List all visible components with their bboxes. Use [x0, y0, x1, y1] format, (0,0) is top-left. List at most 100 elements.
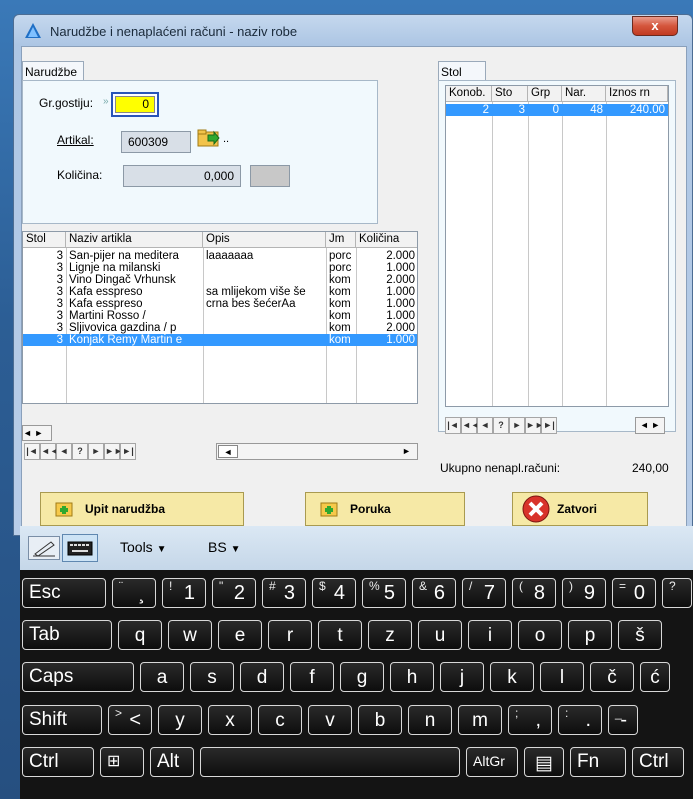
keyboard-key[interactable]: c [258, 705, 302, 735]
keyboard-key[interactable]: ▤ [524, 747, 564, 777]
keyboard-key[interactable]: Shift [22, 705, 102, 735]
table-row[interactable]: 3 Lignje na milanski porc 1.000 [23, 262, 417, 274]
keyboard-key[interactable]: i [468, 620, 512, 650]
keyboard-key[interactable]: r [268, 620, 312, 650]
table-row[interactable]: 3 Vino Dingač Vrhunsk kom 2.000 [23, 274, 417, 286]
keyboard-key[interactable]: m [458, 705, 502, 735]
keyboard-icon[interactable] [62, 534, 98, 562]
nav-button[interactable]: ? [493, 417, 509, 434]
keyboard-key[interactable]: w [168, 620, 212, 650]
column-header[interactable]: Nar. [562, 86, 606, 102]
nav-button[interactable]: ►| [541, 417, 557, 434]
nav-button[interactable]: ► [509, 417, 525, 434]
keyboard-key[interactable]: (8 [512, 578, 556, 608]
keyboard-key[interactable]: Fn [570, 747, 626, 777]
tools-menu[interactable]: Tools ▼ [120, 539, 166, 555]
keyboard-key[interactable]: g [340, 662, 384, 692]
column-header[interactable]: Opis [203, 232, 326, 248]
order-items-grid[interactable]: Stol Naziv artikla Opis Jm Količina 3 Šan-pije… [22, 231, 418, 404]
article-input[interactable]: 600309 [121, 131, 191, 153]
nav-button[interactable]: ? [72, 443, 88, 460]
close-button[interactable]: Zatvori [512, 492, 648, 526]
keyboard-key[interactable]: Ctrl [22, 747, 94, 777]
items-hscroll-thumb[interactable]: ◄ [218, 445, 238, 458]
keyboard-key[interactable]: ¨ ¸ [112, 578, 156, 608]
nav-button[interactable]: ►► [525, 417, 544, 434]
column-header[interactable]: Konob. [446, 86, 492, 102]
column-header[interactable]: Sto [492, 86, 528, 102]
tables-scroll-arrows[interactable]: ◄ ► [635, 417, 665, 434]
keyboard-key[interactable]: ? [662, 578, 692, 608]
nav-button[interactable]: |◄ [24, 443, 40, 460]
keyboard-key[interactable]: > < [108, 705, 152, 735]
keyboard-key[interactable]: j [440, 662, 484, 692]
tab-stol[interactable]: Stol [438, 61, 486, 81]
keyboard-key[interactable]: Esc [22, 578, 106, 608]
keyboard-key[interactable]: $4 [312, 578, 356, 608]
keyboard-key[interactable]: x [208, 705, 252, 735]
keyboard-key[interactable]: a [140, 662, 184, 692]
items-hscroll-right-arrow[interactable]: ► [402, 445, 416, 458]
keyboard-key[interactable]: Ctrl [632, 747, 684, 777]
keyboard-key[interactable]: Alt [150, 747, 194, 777]
handwriting-icon[interactable] [28, 536, 60, 560]
keyboard-key[interactable]: f [290, 662, 334, 692]
nav-button[interactable]: ◄ [56, 443, 72, 460]
nav-button[interactable]: ► [88, 443, 104, 460]
items-hscroll-left[interactable]: ◄ ► [22, 425, 52, 441]
quantity-input[interactable]: 0,000 [123, 165, 241, 187]
table-row[interactable]: 2 3 0 48 240.00 [446, 104, 668, 116]
keyboard-key[interactable]: Caps [22, 662, 134, 692]
keyboard-key[interactable]: Tab [22, 620, 112, 650]
column-header[interactable]: Količina [356, 232, 417, 248]
tables-grid[interactable]: Konob. Sto Grp Nar. Iznos rn 2 3 0 48 240.00 [445, 85, 669, 407]
column-header[interactable]: Iznos rn [606, 86, 668, 102]
nav-button[interactable]: ►► [104, 443, 123, 460]
tab-narudzbe[interactable]: Narudžbe [22, 61, 84, 81]
keyboard-key[interactable]: " 2 [212, 578, 256, 608]
keyboard-key[interactable] [200, 747, 460, 777]
guests-input[interactable]: 0 [111, 92, 159, 117]
keyboard-key[interactable]: /7 [462, 578, 506, 608]
keyboard-key[interactable]: #3 [262, 578, 306, 608]
column-header[interactable]: Jm [326, 232, 356, 248]
table-row[interactable]: 3 Kafa esspreso sa mlijekom više še kom 1.00… [23, 286, 417, 298]
nav-button[interactable]: |◄ [445, 417, 461, 434]
keyboard-key[interactable]: ć [640, 662, 670, 692]
order-query-button[interactable]: Upit narudžba [40, 492, 244, 526]
keyboard-key[interactable]: š [618, 620, 662, 650]
keyboard-key[interactable]: t [318, 620, 362, 650]
window-close-button[interactable]: x [632, 16, 678, 36]
layout-menu[interactable]: BS ▼ [208, 539, 240, 555]
keyboard-key[interactable]: z [368, 620, 412, 650]
keyboard-key[interactable]: :. [558, 705, 602, 735]
nav-button[interactable]: ◄ [477, 417, 493, 434]
keyboard-key[interactable]: ) 9 [562, 578, 606, 608]
nav-button[interactable]: ◄◄ [461, 417, 480, 434]
table-row[interactable]: 3 Martini Rosso / kom 1.000 [23, 310, 417, 322]
table-row[interactable]: 3 Kafa esspreso crna bes šećerAa kom 1.000 [23, 298, 417, 310]
items-hscroll-bar[interactable] [216, 443, 418, 460]
keyboard-key[interactable]: č [590, 662, 634, 692]
keyboard-key[interactable]: ;, [508, 705, 552, 735]
keyboard-key[interactable]: = 0 [612, 578, 656, 608]
keyboard-key[interactable]: u [418, 620, 462, 650]
keyboard-key[interactable]: h [390, 662, 434, 692]
nav-button[interactable]: ►| [120, 443, 136, 460]
keyboard-key[interactable]: n [408, 705, 452, 735]
keyboard-key[interactable]: o [518, 620, 562, 650]
table-row[interactable]: 3 Konjak Remy Martin e kom 1.000 [23, 334, 417, 346]
column-header[interactable]: Stol [23, 232, 66, 248]
keyboard-key[interactable]: e [218, 620, 262, 650]
keyboard-key[interactable]: v [308, 705, 352, 735]
keyboard-key[interactable]: & 6 [412, 578, 456, 608]
column-header[interactable]: Naziv artikla [66, 232, 203, 248]
table-row[interactable]: 3 Šan-pijer na meditera laaaaaaa porc 2.000 [23, 250, 417, 262]
keyboard-key[interactable]: q [118, 620, 162, 650]
keyboard-key[interactable]: AltGr [466, 747, 518, 777]
keyboard-key[interactable]: b [358, 705, 402, 735]
keyboard-key[interactable]: _ - [608, 705, 638, 735]
keyboard-key[interactable]: p [568, 620, 612, 650]
column-header[interactable]: Grp [528, 86, 562, 102]
keyboard-key[interactable]: d [240, 662, 284, 692]
